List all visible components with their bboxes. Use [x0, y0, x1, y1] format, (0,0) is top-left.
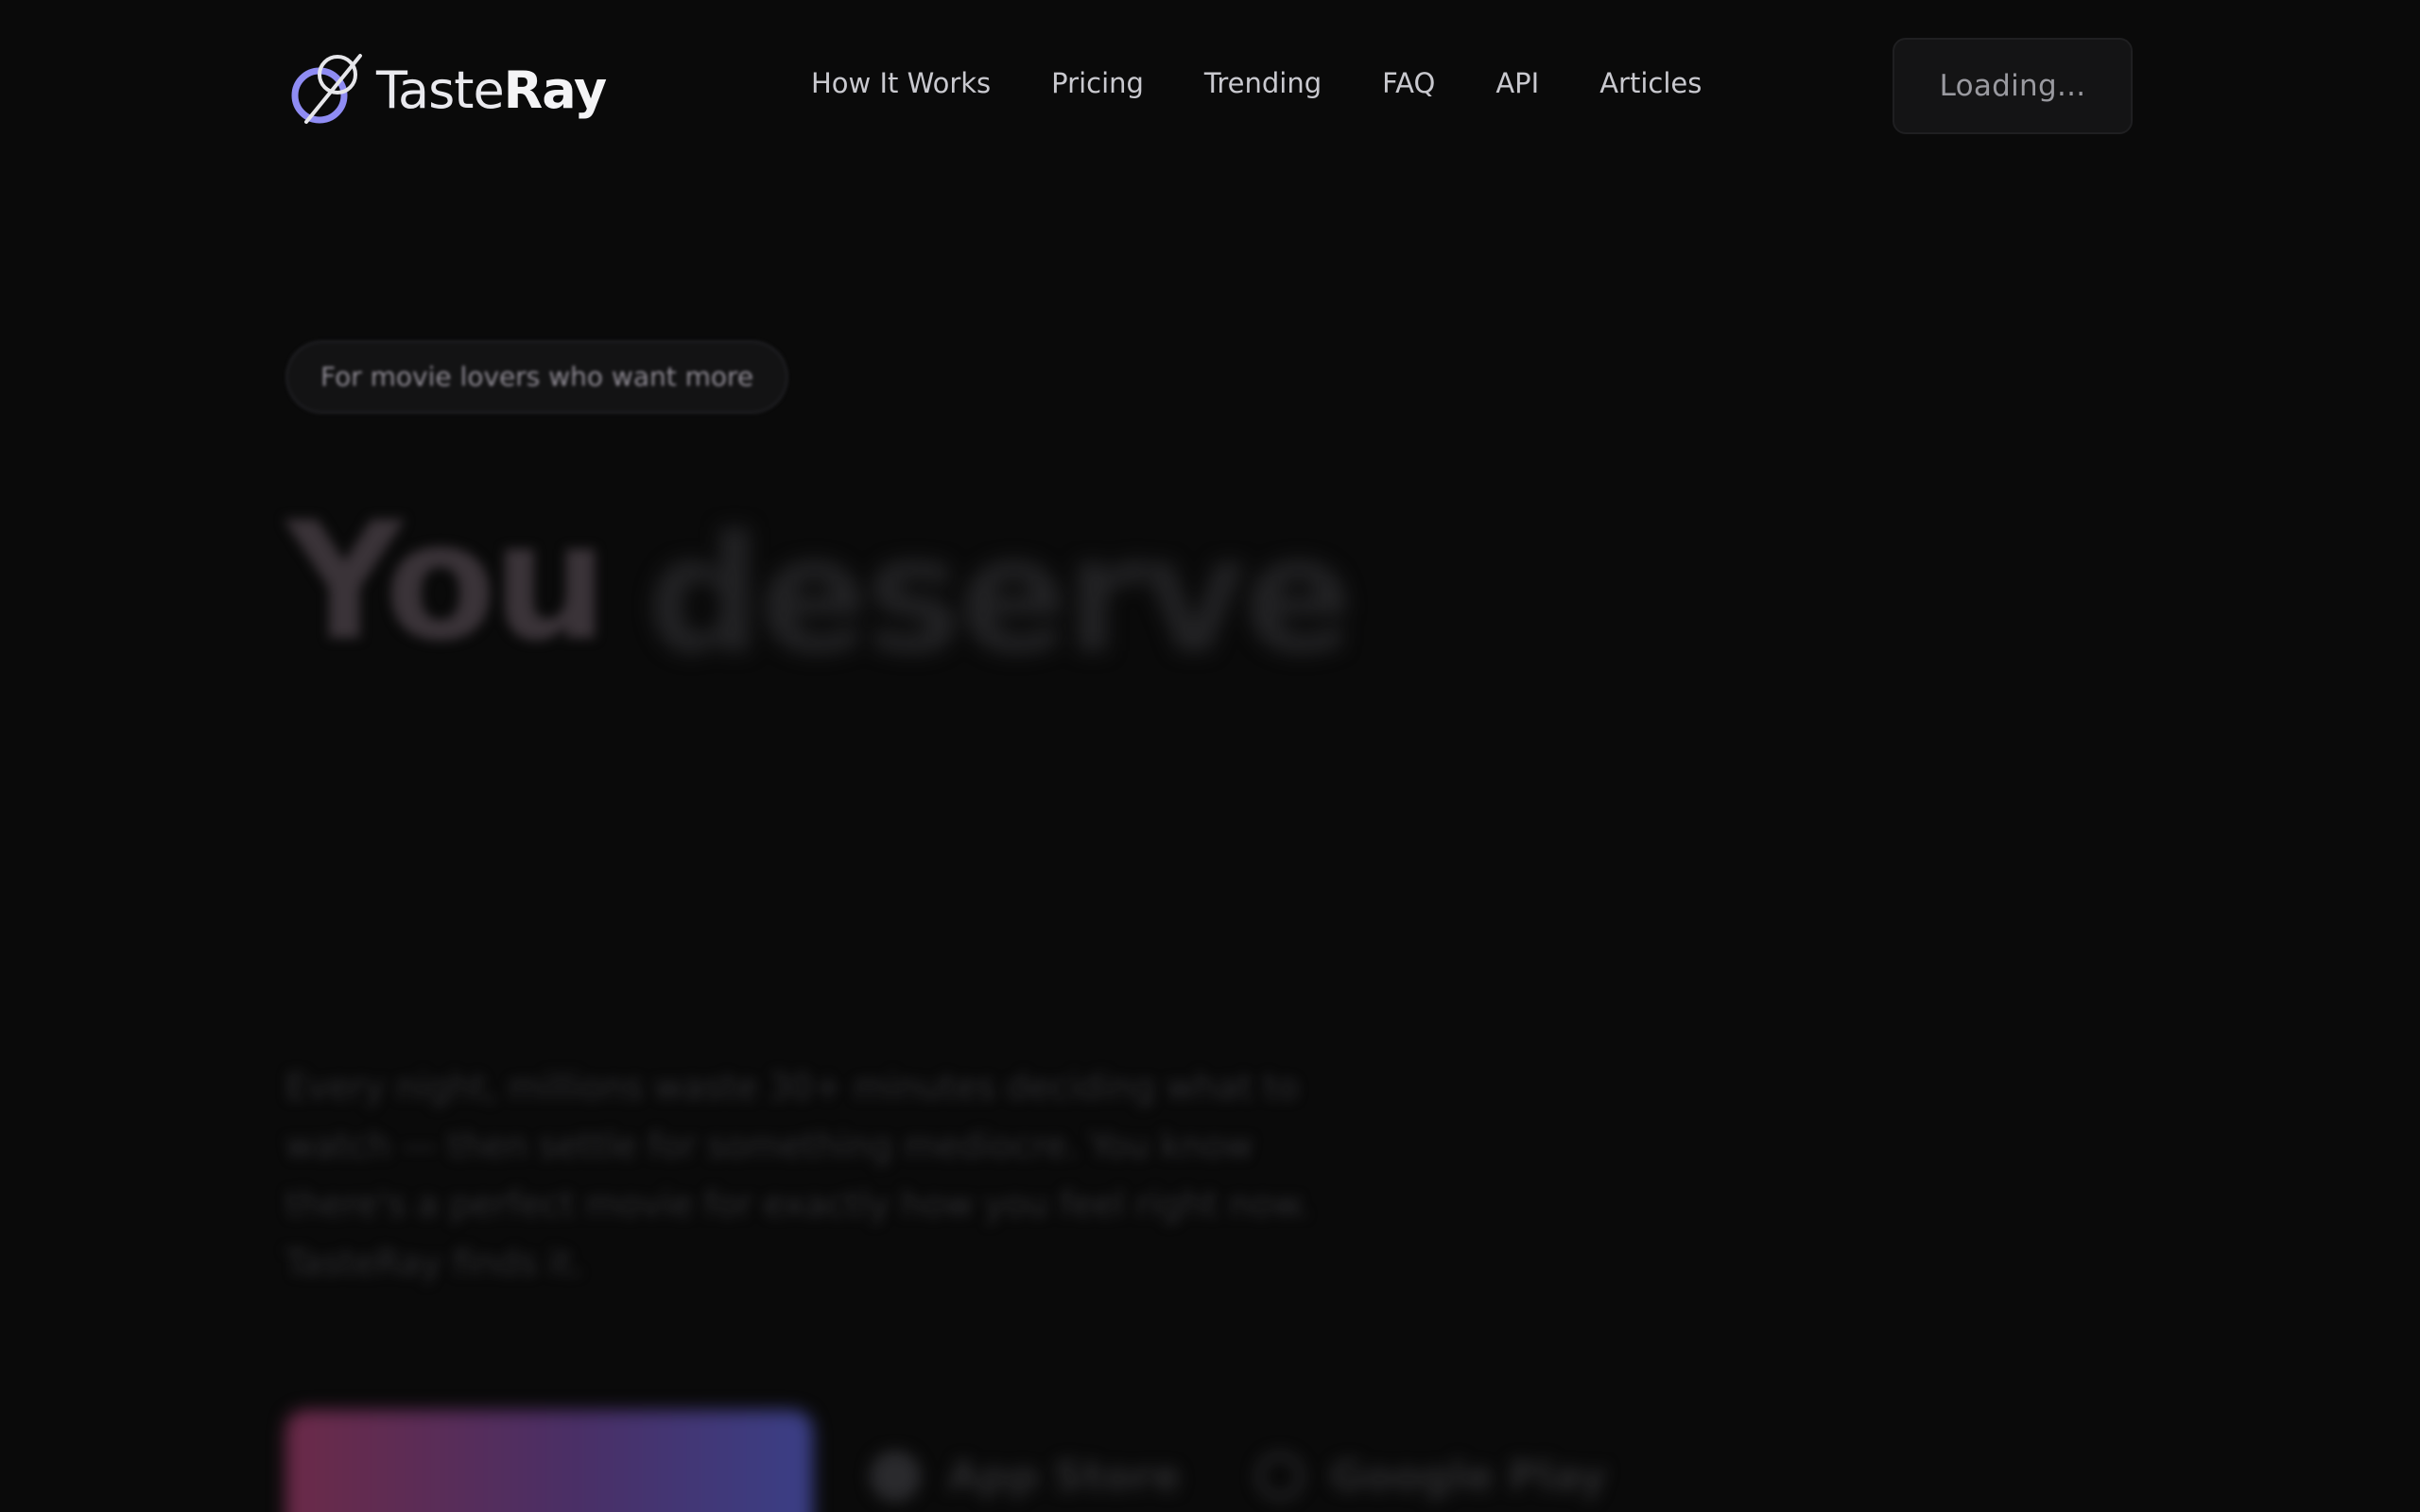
- google-play-icon: [1255, 1452, 1304, 1500]
- nav-link-trending[interactable]: Trending: [1204, 64, 1322, 102]
- logo-wordmark: TasteRay: [376, 65, 607, 116]
- hero-headline: You deserve: [285, 487, 1354, 677]
- hero-cta-row: App Store Google Play: [285, 1410, 1607, 1512]
- page: TasteRay How It Works Pricing Trending F…: [0, 0, 2420, 1512]
- hero-headline-word-1: You: [285, 487, 608, 677]
- google-play-label: Google Play: [1329, 1452, 1607, 1501]
- hero-section: For movie lovers who want more You deserv…: [285, 340, 1703, 1512]
- app-store-link[interactable]: App Store: [870, 1451, 1181, 1502]
- hero-badge: For movie lovers who want more: [285, 340, 789, 414]
- app-store-label: App Store: [947, 1452, 1181, 1501]
- hero-subtext: Every night, millions waste 30+ minutes …: [285, 1067, 1309, 1283]
- apple-icon: [870, 1451, 921, 1502]
- site-header: TasteRay How It Works Pricing Trending F…: [0, 0, 2420, 170]
- hero-headline-word-2: deserve: [646, 500, 1353, 690]
- logo-text-light: Taste: [376, 60, 505, 120]
- auth-loading-button[interactable]: Loading...: [1893, 38, 2133, 134]
- google-play-link[interactable]: Google Play: [1255, 1452, 1607, 1501]
- nav-link-how-it-works[interactable]: How It Works: [811, 64, 991, 102]
- main-nav: How It Works Pricing Trending FAQ API Ar…: [811, 64, 1702, 102]
- primary-cta-button[interactable]: [285, 1410, 813, 1512]
- logo-text-bold: Ray: [503, 60, 608, 120]
- logo[interactable]: TasteRay: [285, 49, 607, 132]
- tasteray-logo-icon: [291, 54, 362, 124]
- nav-link-pricing[interactable]: Pricing: [1051, 64, 1144, 102]
- nav-link-api[interactable]: API: [1495, 64, 1539, 102]
- nav-link-faq[interactable]: FAQ: [1382, 64, 1435, 102]
- nav-link-articles[interactable]: Articles: [1599, 64, 1702, 102]
